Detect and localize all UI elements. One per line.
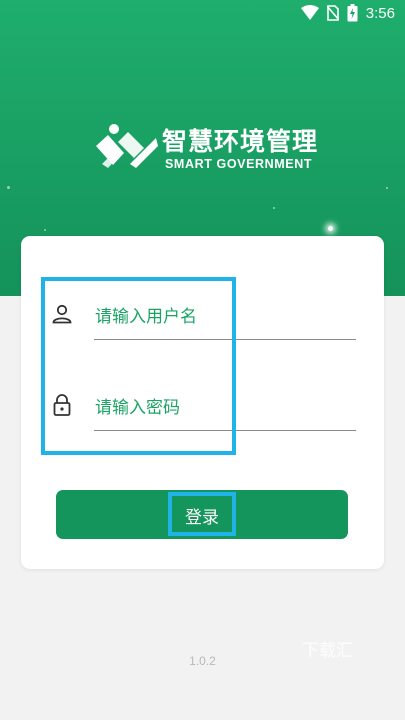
sparkle-dot (273, 207, 275, 209)
sparkle-dot (7, 186, 10, 189)
app-title: 智慧环境管理 (162, 128, 319, 156)
no-sim-icon (326, 5, 339, 21)
status-bar: 3:56 (0, 0, 405, 28)
logo-mark-icon (96, 124, 158, 168)
app-logo: 智慧环境管理 SMART GOVERNMENT (94, 118, 324, 178)
status-time: 3:56 (365, 4, 395, 22)
wifi-icon (300, 5, 319, 20)
battery-charging-icon (347, 4, 358, 22)
sparkle-dot (386, 187, 388, 189)
highlight-box-login (168, 492, 236, 536)
highlight-box-fields (41, 277, 236, 455)
app-subtitle: SMART GOVERNMENT (165, 157, 313, 171)
sparkle-dot (44, 229, 46, 231)
version-label: 1.0.2 (189, 654, 216, 668)
sparkle-dot (328, 226, 333, 231)
